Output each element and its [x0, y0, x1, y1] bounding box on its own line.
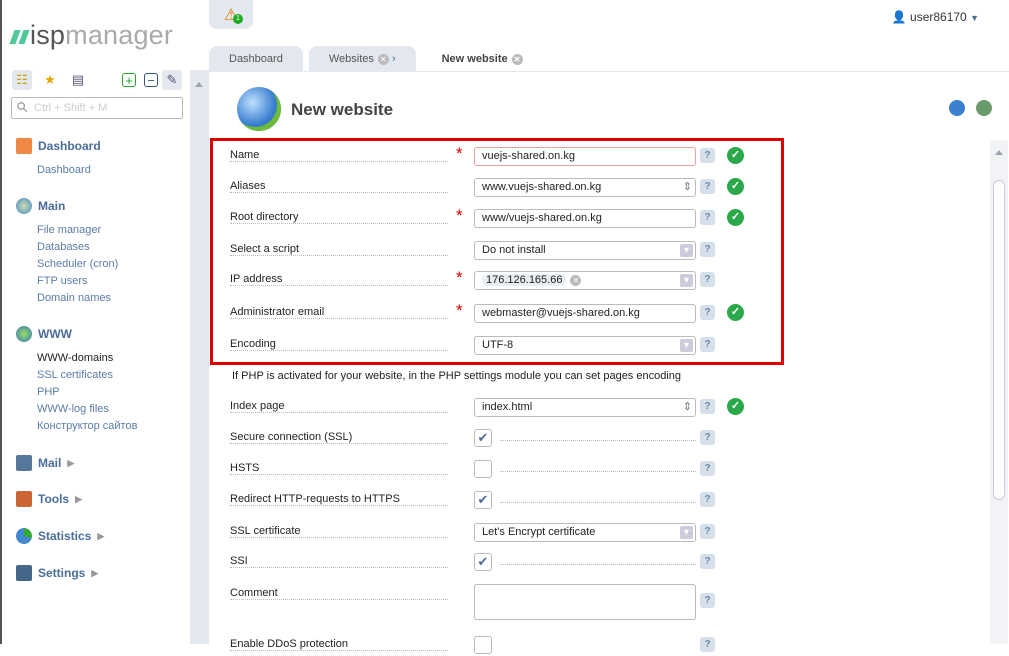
menu-item-file-manager[interactable]: File manager [37, 224, 101, 236]
form-scrollbar[interactable] [990, 140, 1008, 644]
main-icon [16, 198, 32, 214]
menu-group-main[interactable]: Main [16, 198, 65, 214]
help-icon[interactable] [976, 100, 992, 116]
help-icon[interactable]: ? [700, 554, 715, 569]
menu-search-input[interactable]: Ctrl + Shift + M [11, 97, 183, 119]
briefcase-icon[interactable]: ▤ [68, 70, 88, 90]
menu-item-www-log-files[interactable]: WWW-log files [37, 403, 109, 415]
user-icon: 👤 [891, 10, 907, 24]
field-comment: Comment? [230, 584, 750, 621]
menu-item-www-domains[interactable]: WWW-domains [37, 352, 113, 364]
menu-group-statistics[interactable]: Statistics ▶ [16, 528, 104, 544]
globe-icon [16, 326, 32, 342]
comment-textarea[interactable] [474, 584, 696, 620]
menu-item-ftp-users[interactable]: FTP users [37, 275, 88, 287]
pie-chart-icon [16, 528, 32, 544]
help-icon[interactable]: ? [700, 430, 715, 445]
house-icon [16, 138, 32, 154]
user-menu[interactable]: 👤 user86170 ▼ [892, 10, 979, 24]
settings-icon [16, 565, 32, 581]
field-ssi: SSI ✔? [230, 553, 750, 573]
sidebar-scrollbar[interactable] [190, 70, 209, 644]
highlight-box [210, 138, 784, 365]
alerts-button[interactable]: ⚠ 1 [209, 0, 253, 29]
ssl-certificate-select[interactable]: Let's Encrypt certificate [474, 523, 696, 542]
tab-bar: Dashboard Websites ✕ › New website ✕ [209, 46, 549, 71]
field-ddos: Enable DDoS protection? [230, 636, 750, 656]
mail-icon [16, 455, 32, 471]
check-icon: ✓ [727, 398, 744, 415]
help-icon[interactable]: ? [700, 492, 715, 507]
menu-item-php[interactable]: PHP [37, 386, 60, 398]
menu-group-www[interactable]: WWW [16, 326, 72, 342]
menu-item-site-builder[interactable]: Конструктор сайтов [37, 420, 137, 432]
help-icon[interactable]: ? [700, 399, 715, 414]
favorites-star-icon[interactable]: ★ [40, 70, 60, 90]
expand-all-icon[interactable]: + [122, 73, 136, 88]
collapse-all-icon[interactable]: − [144, 73, 158, 88]
help-icon[interactable]: ? [700, 524, 715, 539]
menu-group-dashboard[interactable]: Dashboard [16, 138, 101, 154]
menu-item-databases[interactable]: Databases [37, 241, 90, 253]
close-icon[interactable]: ✕ [511, 54, 523, 65]
chevron-right-icon: ▶ [67, 457, 75, 468]
redirect-https-checkbox[interactable]: ✔ [474, 491, 492, 509]
field-ssl: Secure connection (SSL) ✔? [230, 429, 750, 449]
index-page-input[interactable]: index.html [474, 398, 696, 417]
pin-icon[interactable]: ✎ [162, 70, 182, 90]
ssl-checkbox[interactable]: ✔ [474, 429, 492, 447]
refresh-icon[interactable] [949, 100, 965, 116]
ssi-checkbox[interactable]: ✔ [474, 553, 492, 571]
help-icon[interactable]: ? [700, 593, 715, 608]
help-icon[interactable]: ? [700, 461, 715, 476]
field-index-page: Index pageindex.html?✓ [230, 398, 750, 418]
sidebar: ispmanager ☷ ★ ▤ + − ✎ Ctrl + Shift + M … [2, 0, 190, 644]
field-ssl-certificate: SSL certificate Let's Encrypt certificate… [230, 523, 750, 543]
chevron-right-icon: ▶ [75, 493, 83, 504]
menu-item-domain-names[interactable]: Domain names [37, 292, 111, 304]
menu-group-settings[interactable]: Settings ▶ [16, 565, 98, 581]
chevron-right-icon: ▶ [91, 567, 99, 578]
menu-group-tools[interactable]: Tools ▶ [16, 491, 82, 507]
close-icon[interactable]: ✕ [377, 54, 389, 65]
alert-count-badge: 1 [233, 14, 243, 24]
tools-icon [16, 491, 32, 507]
breadcrumb-chevron-icon: › [391, 53, 396, 65]
ddos-checkbox[interactable] [474, 636, 492, 654]
tab-new-website[interactable]: New website ✕ [421, 46, 543, 71]
chevron-down-icon: ▼ [970, 13, 979, 23]
tab-dashboard[interactable]: Dashboard [209, 46, 303, 71]
page-title: New website [291, 100, 394, 119]
help-icon[interactable]: ? [700, 637, 715, 652]
menu-item-dashboard[interactable]: Dashboard [37, 164, 91, 176]
menu-item-ssl-certificates[interactable]: SSL certificates [37, 369, 113, 381]
logo: ispmanager [9, 20, 173, 51]
tab-websites[interactable]: Websites ✕ › [308, 46, 416, 71]
chevron-right-icon: ▶ [97, 530, 105, 541]
field-hsts: HSTS? [230, 460, 750, 480]
encoding-note: If PHP is activated for your website, in… [232, 370, 682, 382]
menu-item-scheduler[interactable]: Scheduler (cron) [37, 258, 118, 270]
menu-group-mail[interactable]: Mail ▶ [16, 455, 74, 471]
tree-view-icon[interactable]: ☷ [12, 70, 32, 90]
website-globe-icon [237, 87, 281, 131]
field-redirect-https: Redirect HTTP-requests to HTTPS ✔? [230, 491, 750, 511]
hsts-checkbox[interactable] [474, 460, 492, 478]
scrollbar-thumb[interactable] [993, 180, 1005, 500]
